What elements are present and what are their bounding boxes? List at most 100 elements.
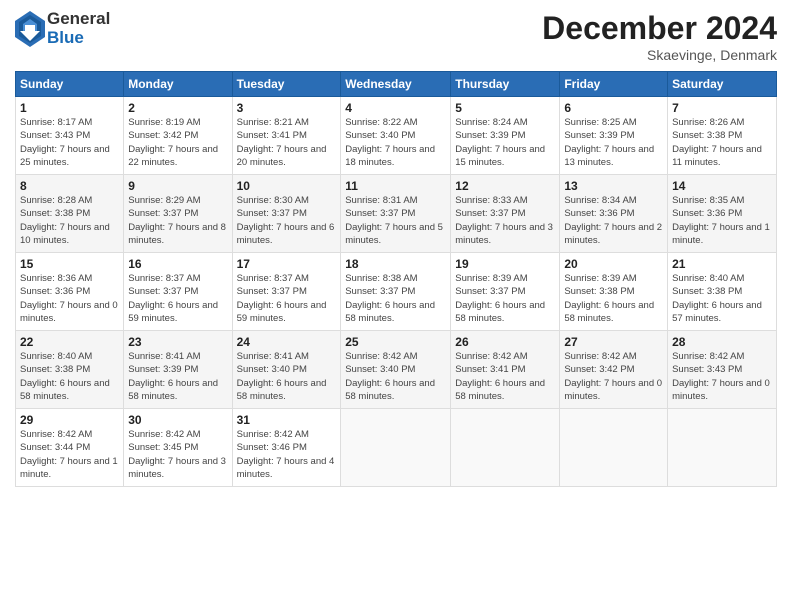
day-info: Sunrise: 8:38 AMSunset: 3:37 PMDaylight:… [345,272,446,325]
table-row: 9 Sunrise: 8:29 AMSunset: 3:37 PMDayligh… [124,175,232,253]
day-info: Sunrise: 8:33 AMSunset: 3:37 PMDaylight:… [455,194,555,247]
day-info: Sunrise: 8:21 AMSunset: 3:41 PMDaylight:… [237,116,337,169]
day-number: 12 [455,179,555,193]
day-number: 8 [20,179,119,193]
table-row: 29 Sunrise: 8:42 AMSunset: 3:44 PMDaylig… [16,409,124,487]
table-row: 26 Sunrise: 8:42 AMSunset: 3:41 PMDaylig… [451,331,560,409]
title-location: Skaevinge, Denmark [542,47,777,63]
day-number: 3 [237,101,337,115]
logo-general: General [47,10,110,29]
day-info: Sunrise: 8:37 AMSunset: 3:37 PMDaylight:… [128,272,227,325]
day-number: 5 [455,101,555,115]
day-info: Sunrise: 8:24 AMSunset: 3:39 PMDaylight:… [455,116,555,169]
table-row: 16 Sunrise: 8:37 AMSunset: 3:37 PMDaylig… [124,253,232,331]
day-number: 4 [345,101,446,115]
table-row: 1 Sunrise: 8:17 AMSunset: 3:43 PMDayligh… [16,97,124,175]
day-info: Sunrise: 8:26 AMSunset: 3:38 PMDaylight:… [672,116,772,169]
day-info: Sunrise: 8:42 AMSunset: 3:44 PMDaylight:… [20,428,119,481]
header-monday: Monday [124,72,232,97]
day-number: 19 [455,257,555,271]
day-info: Sunrise: 8:39 AMSunset: 3:38 PMDaylight:… [564,272,663,325]
day-number: 22 [20,335,119,349]
day-number: 13 [564,179,663,193]
table-row: 23 Sunrise: 8:41 AMSunset: 3:39 PMDaylig… [124,331,232,409]
day-number: 25 [345,335,446,349]
logo-text: General Blue [47,10,110,47]
day-info: Sunrise: 8:25 AMSunset: 3:39 PMDaylight:… [564,116,663,169]
header-thursday: Thursday [451,72,560,97]
day-number: 30 [128,413,227,427]
day-info: Sunrise: 8:40 AMSunset: 3:38 PMDaylight:… [20,350,119,403]
header-sunday: Sunday [16,72,124,97]
logo-icon [15,11,45,47]
day-number: 27 [564,335,663,349]
day-number: 17 [237,257,337,271]
day-number: 26 [455,335,555,349]
table-row: 24 Sunrise: 8:41 AMSunset: 3:40 PMDaylig… [232,331,341,409]
day-number: 2 [128,101,227,115]
day-number: 18 [345,257,446,271]
table-row: 11 Sunrise: 8:31 AMSunset: 3:37 PMDaylig… [341,175,451,253]
day-info: Sunrise: 8:35 AMSunset: 3:36 PMDaylight:… [672,194,772,247]
header-saturday: Saturday [668,72,777,97]
day-info: Sunrise: 8:42 AMSunset: 3:46 PMDaylight:… [237,428,337,481]
day-info: Sunrise: 8:19 AMSunset: 3:42 PMDaylight:… [128,116,227,169]
table-row: 14 Sunrise: 8:35 AMSunset: 3:36 PMDaylig… [668,175,777,253]
day-number: 10 [237,179,337,193]
table-row: 5 Sunrise: 8:24 AMSunset: 3:39 PMDayligh… [451,97,560,175]
table-row: 7 Sunrise: 8:26 AMSunset: 3:38 PMDayligh… [668,97,777,175]
table-row: 27 Sunrise: 8:42 AMSunset: 3:42 PMDaylig… [560,331,668,409]
day-number: 9 [128,179,227,193]
day-number: 1 [20,101,119,115]
day-info: Sunrise: 8:41 AMSunset: 3:39 PMDaylight:… [128,350,227,403]
day-number: 20 [564,257,663,271]
table-row: 19 Sunrise: 8:39 AMSunset: 3:37 PMDaylig… [451,253,560,331]
day-info: Sunrise: 8:42 AMSunset: 3:40 PMDaylight:… [345,350,446,403]
logo: General Blue [15,10,110,47]
title-block: December 2024 Skaevinge, Denmark [542,10,777,63]
day-info: Sunrise: 8:42 AMSunset: 3:43 PMDaylight:… [672,350,772,403]
table-row [341,409,451,487]
day-info: Sunrise: 8:39 AMSunset: 3:37 PMDaylight:… [455,272,555,325]
table-row: 3 Sunrise: 8:21 AMSunset: 3:41 PMDayligh… [232,97,341,175]
table-row: 12 Sunrise: 8:33 AMSunset: 3:37 PMDaylig… [451,175,560,253]
day-info: Sunrise: 8:36 AMSunset: 3:36 PMDaylight:… [20,272,119,325]
table-row: 13 Sunrise: 8:34 AMSunset: 3:36 PMDaylig… [560,175,668,253]
table-row [560,409,668,487]
table-row: 8 Sunrise: 8:28 AMSunset: 3:38 PMDayligh… [16,175,124,253]
header: General Blue December 2024 Skaevinge, De… [15,10,777,63]
table-row: 6 Sunrise: 8:25 AMSunset: 3:39 PMDayligh… [560,97,668,175]
day-number: 21 [672,257,772,271]
calendar-header: Sunday Monday Tuesday Wednesday Thursday… [16,72,777,97]
table-row: 4 Sunrise: 8:22 AMSunset: 3:40 PMDayligh… [341,97,451,175]
day-info: Sunrise: 8:40 AMSunset: 3:38 PMDaylight:… [672,272,772,325]
table-row: 31 Sunrise: 8:42 AMSunset: 3:46 PMDaylig… [232,409,341,487]
day-info: Sunrise: 8:28 AMSunset: 3:38 PMDaylight:… [20,194,119,247]
calendar-body: 1 Sunrise: 8:17 AMSunset: 3:43 PMDayligh… [16,97,777,487]
day-info: Sunrise: 8:17 AMSunset: 3:43 PMDaylight:… [20,116,119,169]
day-info: Sunrise: 8:37 AMSunset: 3:37 PMDaylight:… [237,272,337,325]
day-number: 15 [20,257,119,271]
day-info: Sunrise: 8:30 AMSunset: 3:37 PMDaylight:… [237,194,337,247]
day-info: Sunrise: 8:42 AMSunset: 3:45 PMDaylight:… [128,428,227,481]
title-month: December 2024 [542,10,777,47]
table-row: 18 Sunrise: 8:38 AMSunset: 3:37 PMDaylig… [341,253,451,331]
table-row [451,409,560,487]
table-row: 15 Sunrise: 8:36 AMSunset: 3:36 PMDaylig… [16,253,124,331]
table-row: 25 Sunrise: 8:42 AMSunset: 3:40 PMDaylig… [341,331,451,409]
day-info: Sunrise: 8:22 AMSunset: 3:40 PMDaylight:… [345,116,446,169]
day-number: 7 [672,101,772,115]
day-number: 16 [128,257,227,271]
day-info: Sunrise: 8:29 AMSunset: 3:37 PMDaylight:… [128,194,227,247]
day-info: Sunrise: 8:31 AMSunset: 3:37 PMDaylight:… [345,194,446,247]
day-number: 24 [237,335,337,349]
table-row: 28 Sunrise: 8:42 AMSunset: 3:43 PMDaylig… [668,331,777,409]
day-number: 11 [345,179,446,193]
day-info: Sunrise: 8:34 AMSunset: 3:36 PMDaylight:… [564,194,663,247]
table-row: 21 Sunrise: 8:40 AMSunset: 3:38 PMDaylig… [668,253,777,331]
table-row: 22 Sunrise: 8:40 AMSunset: 3:38 PMDaylig… [16,331,124,409]
day-number: 29 [20,413,119,427]
day-number: 14 [672,179,772,193]
day-number: 6 [564,101,663,115]
header-tuesday: Tuesday [232,72,341,97]
